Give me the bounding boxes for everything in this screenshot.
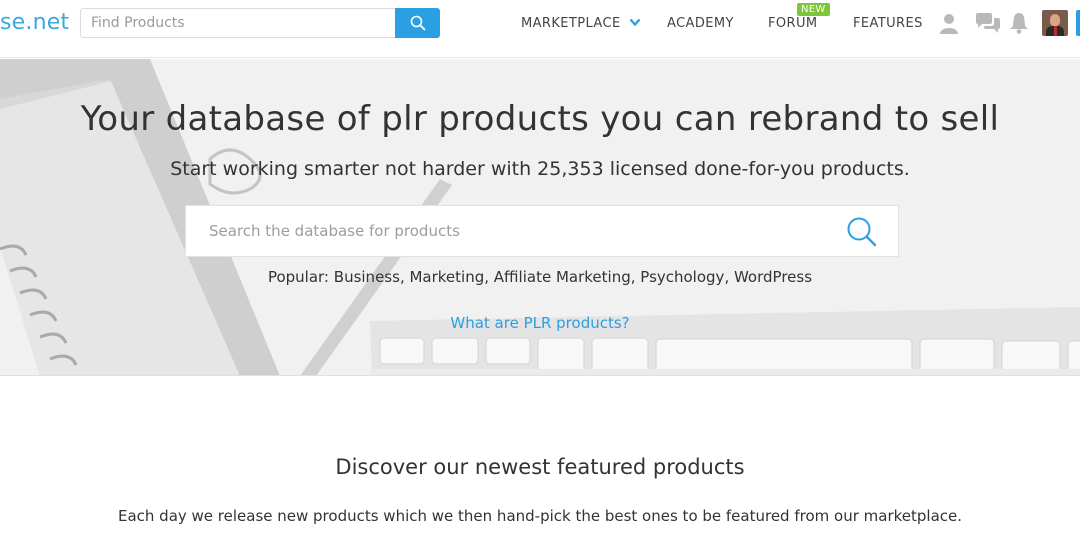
avatar-face [1050, 14, 1060, 26]
header-search [80, 8, 440, 38]
new-badge: NEW [797, 3, 830, 16]
avatar-tie [1054, 26, 1057, 36]
avatar[interactable] [1042, 10, 1068, 36]
popular-label: Popular: [267, 268, 329, 286]
cart-edge-button[interactable] [1076, 10, 1080, 36]
popular-link-affiliate-marketing[interactable]: Affiliate Marketing [494, 268, 631, 286]
popular-link-psychology[interactable]: Psychology [640, 268, 724, 286]
hero-subtitle: Start working smarter not harder with 25… [170, 158, 910, 180]
chevron-down-icon [629, 16, 641, 31]
popular-link-wordpress[interactable]: WordPress [734, 268, 812, 286]
popular-searches: Popular: Business, Marketing, Affiliate … [267, 268, 813, 286]
featured-title: Discover our newest featured products [335, 455, 745, 479]
chat-icon[interactable] [975, 12, 1001, 38]
hero-search-button[interactable] [846, 216, 878, 248]
hero-section: Your database of plr products you can re… [0, 59, 1080, 376]
nav-forum[interactable]: FORUM [768, 16, 817, 31]
header-search-button[interactable] [395, 8, 440, 38]
hero-title: Your database of plr products you can re… [80, 99, 1000, 139]
hero-search-input[interactable] [186, 206, 826, 256]
user-icon[interactable] [938, 12, 960, 38]
top-header: se.net MARKETPLACE ACADEMY NEW FORUM FEA… [0, 0, 1080, 58]
hero-search [185, 205, 899, 257]
featured-description: Each day we release new products which w… [117, 507, 962, 525]
search-icon [410, 15, 425, 31]
header-search-input[interactable] [80, 8, 396, 38]
nav-marketplace[interactable]: MARKETPLACE [521, 16, 641, 31]
what-are-plr-link[interactable]: What are PLR products? [0, 314, 1080, 332]
popular-link-business[interactable]: Business [334, 268, 400, 286]
nav-marketplace-label: MARKETPLACE [521, 16, 621, 31]
search-icon [847, 217, 877, 247]
popular-link-marketing[interactable]: Marketing [409, 268, 484, 286]
bell-icon[interactable] [1009, 12, 1029, 38]
site-logo[interactable]: se.net [0, 10, 69, 35]
nav-features[interactable]: FEATURES [853, 16, 923, 31]
nav-academy[interactable]: ACADEMY [667, 16, 734, 31]
